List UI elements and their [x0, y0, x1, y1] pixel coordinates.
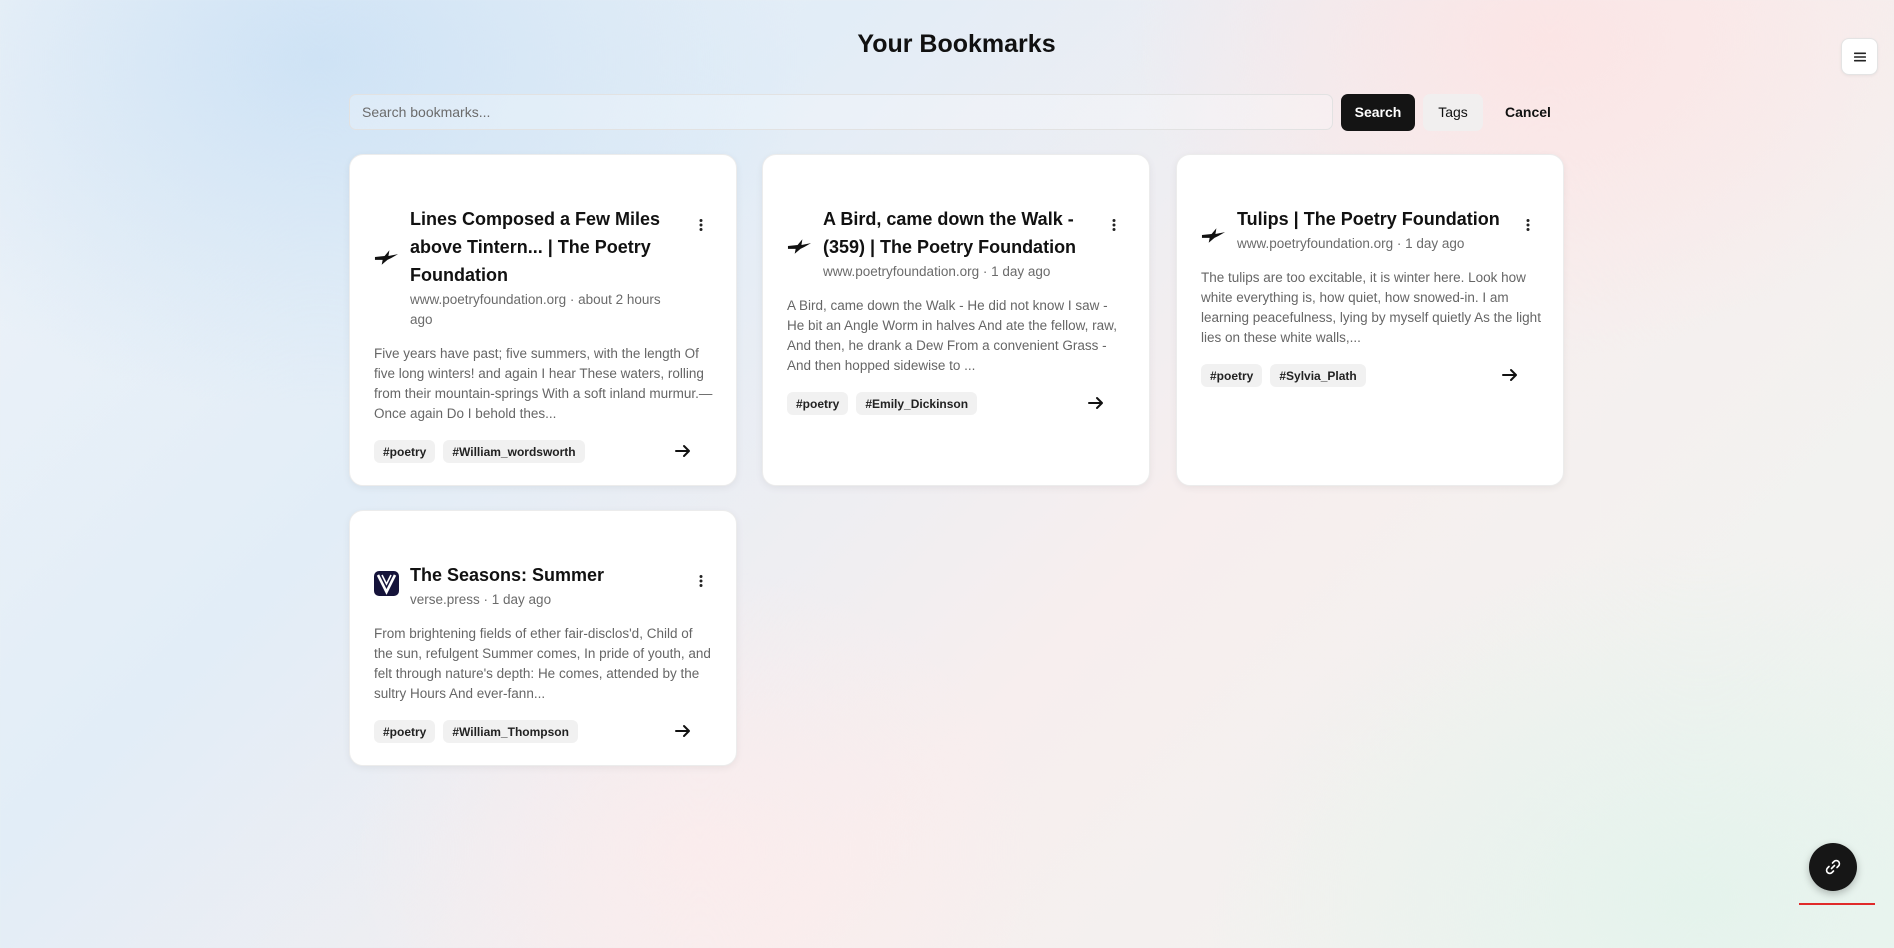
tags-button[interactable]: Tags [1423, 93, 1483, 131]
bookmark-meta: www.poetryfoundation.org · about 2 hours… [410, 292, 661, 327]
bookmark-card[interactable]: The Seasons: Summer verse.press · 1 day … [349, 510, 737, 766]
arrow-right-icon[interactable] [1085, 392, 1107, 414]
bookmark-card[interactable]: A Bird, came down the Walk - (359) | The… [762, 154, 1150, 486]
tag-list: #poetry #William_wordsworth [374, 440, 585, 463]
tag-list: #poetry #Emily_Dickinson [787, 392, 978, 415]
bookmark-description: Five years have past; five summers, with… [374, 346, 713, 421]
bookmark-card[interactable]: Tulips | The Poetry Foundation www.poetr… [1176, 154, 1564, 486]
tag[interactable]: #William_wordsworth [443, 440, 585, 463]
more-options-icon[interactable] [690, 570, 712, 592]
poetry-foundation-bird-icon [1201, 222, 1226, 247]
bookmark-description: A Bird, came down the Walk - He did not … [787, 298, 1117, 373]
cancel-button[interactable]: Cancel [1491, 94, 1565, 131]
page-title: Your Bookmarks [857, 30, 1056, 58]
bookmark-title[interactable]: The Seasons: Summer [410, 561, 674, 589]
progress-underline [1799, 903, 1875, 905]
bookmark-title[interactable]: Lines Composed a Few Miles above Tintern… [410, 205, 674, 289]
tag[interactable]: #poetry [787, 392, 849, 415]
verse-press-logo-icon [374, 571, 399, 596]
add-link-button[interactable] [1809, 843, 1857, 891]
tag[interactable]: #poetry [374, 440, 436, 463]
tag-list: #poetry #William_Thompson [374, 720, 578, 743]
arrow-right-icon[interactable] [672, 720, 694, 742]
arrow-right-icon[interactable] [1499, 364, 1521, 386]
tag[interactable]: #Sylvia_Plath [1270, 364, 1366, 387]
arrow-right-icon[interactable] [672, 440, 694, 462]
tag[interactable]: #poetry [1201, 364, 1263, 387]
menu-button[interactable] [1841, 38, 1878, 75]
bookmark-title[interactable]: Tulips | The Poetry Foundation [1237, 205, 1501, 233]
poetry-foundation-bird-icon [374, 244, 399, 269]
bookmark-description: The tulips are too excitable, it is wint… [1201, 270, 1541, 345]
more-options-icon[interactable] [690, 214, 712, 236]
bookmark-meta: www.poetryfoundation.org · 1 day ago [823, 264, 1051, 279]
more-options-icon[interactable] [1517, 214, 1539, 236]
tag[interactable]: #poetry [374, 720, 436, 743]
bookmark-card[interactable]: Lines Composed a Few Miles above Tintern… [349, 154, 737, 486]
tag-list: #poetry #Sylvia_Plath [1201, 364, 1366, 387]
search-bar: Search Tags Cancel [349, 93, 1565, 131]
bookmark-meta: verse.press · 1 day ago [410, 592, 552, 607]
tag[interactable]: #Emily_Dickinson [856, 392, 978, 415]
bookmark-description: From brightening fields of ether fair-di… [374, 626, 711, 701]
link-icon [1825, 859, 1841, 875]
more-options-icon[interactable] [1103, 214, 1125, 236]
bookmark-title[interactable]: A Bird, came down the Walk - (359) | The… [823, 205, 1087, 261]
search-input[interactable] [349, 94, 1333, 130]
bookmark-meta: www.poetryfoundation.org · 1 day ago [1237, 236, 1465, 251]
tag[interactable]: #William_Thompson [443, 720, 578, 743]
poetry-foundation-bird-icon [787, 233, 812, 258]
hamburger-menu-icon [1853, 52, 1866, 61]
search-button[interactable]: Search [1341, 93, 1415, 131]
